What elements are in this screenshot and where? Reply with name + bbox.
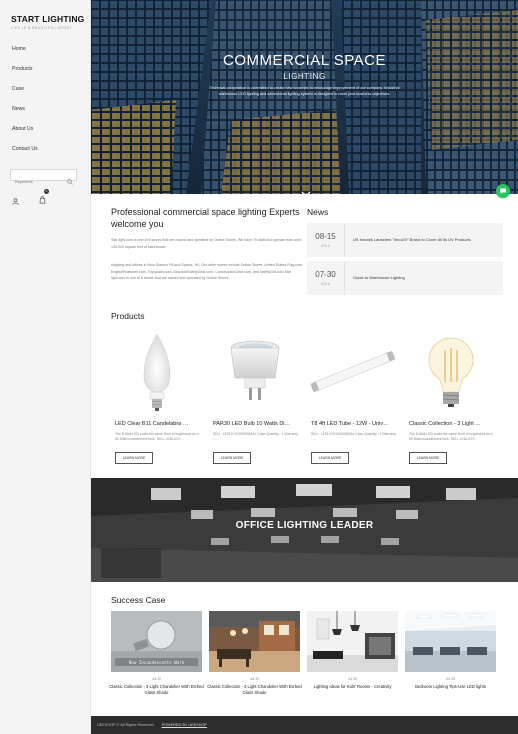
- search-input[interactable]: [11, 176, 63, 187]
- case-image-loft-interior[interactable]: [209, 611, 300, 672]
- products-heading: Products: [111, 311, 145, 321]
- case-image-caption: Now Incandescents Work: [129, 660, 185, 665]
- product-name[interactable]: Classic Collection - 3 Light …: [409, 421, 497, 427]
- news-link[interactable]: US Innotek Launches "InnoUV" Brand to Co…: [353, 237, 471, 242]
- case-date: Jul 30: [445, 677, 456, 681]
- case-card[interactable]: Jul 30 Classic Collection - 3 Light Chan…: [207, 611, 302, 695]
- news-item[interactable]: 08-15 2018 US Innotek Launches "InnoUV" …: [307, 223, 503, 257]
- about-title: Professional commercial space lighting E…: [111, 207, 300, 229]
- learn-more-button[interactable]: LEARN MORE: [311, 452, 349, 464]
- case-card[interactable]: Jul 30 Bedroom Lighting Tips-Use LED lig…: [405, 611, 496, 695]
- footer-copyright: UEESHOP © All Rights Reserved.: [97, 723, 155, 727]
- product-name[interactable]: T8 4ft LED Tube - 12W - Univ…: [311, 421, 399, 427]
- product-description: SKU : LEDLICH1000036A1e Case Quantity : …: [213, 432, 299, 441]
- hero-subtitle: LIGHTING: [283, 72, 326, 81]
- product-card: T8 4ft LED Tube - 12W - Univ… SKU : LEDL…: [307, 330, 399, 470]
- product-name[interactable]: PAR30 LED Bulb 10 Watts Di…: [213, 421, 301, 427]
- news-year: 2018: [321, 243, 330, 248]
- case-image-kids-room[interactable]: [307, 611, 398, 672]
- office-lighting-banner[interactable]: OFFICE LIGHTING LEADER: [91, 478, 518, 582]
- logo-subtitle: LIFE IS A BEAUTIFUL SPORT: [11, 26, 73, 30]
- nav-item-home[interactable]: Home: [12, 45, 38, 65]
- product-name[interactable]: LED Clear B11 Candelabra …: [115, 421, 203, 427]
- main-nav: Home Products Case News About Us Contact…: [12, 45, 38, 165]
- main-content: COMMERCIAL SPACE LIGHTING Technical coop…: [91, 0, 518, 734]
- news-date: 07-30 2018: [307, 261, 345, 295]
- hero-title: COMMERCIAL SPACE: [222, 52, 387, 69]
- product-image-par30-bulb[interactable]: [209, 330, 301, 414]
- case-date: Jul 30: [347, 677, 358, 681]
- nav-item-products[interactable]: Products: [12, 65, 38, 85]
- case-title[interactable]: Classic Collection - 3 Light Chandelier …: [107, 684, 206, 695]
- learn-more-button[interactable]: LEARN MORE: [115, 452, 153, 464]
- nav-item-case[interactable]: Case: [12, 85, 38, 105]
- user-icon[interactable]: [12, 192, 19, 210]
- cart-count-badge: 0: [44, 189, 49, 194]
- product-card: PAR30 LED Bulb 10 Watts Di… SKU : LEDLIC…: [209, 330, 301, 470]
- product-card: LED Clear B11 Candelabra … The 8 Watt LE…: [111, 330, 203, 470]
- hero-building-image: [91, 0, 518, 194]
- success-case-heading: Success Case: [111, 595, 166, 605]
- hero-description: Technical cooperation is committed to cr…: [209, 86, 400, 96]
- chat-icon[interactable]: [496, 184, 510, 198]
- search-icon[interactable]: [67, 172, 73, 190]
- news-day: 08-15: [315, 232, 336, 241]
- product-description: The 8 Watt LED emits the same level of b…: [409, 432, 493, 441]
- banner-title: OFFICE LIGHTING LEADER: [235, 520, 374, 531]
- case-card[interactable]: Now Incandescents Work Jul 30 Classic Co…: [109, 611, 204, 695]
- product-description: SKU : LEDLICH1000036B1e Case Quantity : …: [311, 432, 397, 441]
- news-item[interactable]: 07-30 2018 Guide to Warehouse Lighting: [307, 261, 503, 295]
- hero-text: COMMERCIAL SPACE LIGHTING Technical coop…: [91, 52, 518, 97]
- footer-text: UEESHOP © All Rights Reserved. POWERED B…: [97, 723, 207, 727]
- cart-icon[interactable]: 0: [39, 189, 49, 209]
- news-link[interactable]: Guide to Warehouse Lighting: [353, 275, 405, 280]
- case-image-bedroom-office[interactable]: [405, 611, 496, 672]
- product-image-filament-bulb[interactable]: [405, 330, 497, 414]
- product-description: The 8 Watt LED emits the same level of b…: [115, 432, 199, 441]
- case-title[interactable]: Bedroom Lighting Tips-Use LED lights: [401, 684, 500, 690]
- product-image-led-tube[interactable]: [307, 330, 399, 414]
- case-title[interactable]: Lighting Ideas for Kids' Rooms - Creativ…: [303, 684, 402, 690]
- learn-more-button[interactable]: LEARN MORE: [409, 452, 447, 464]
- nav-item-contact-us[interactable]: Contact Us: [12, 145, 38, 165]
- nav-item-news[interactable]: News: [12, 105, 38, 125]
- chevron-down-icon[interactable]: [301, 184, 311, 194]
- case-date: Jul 30: [151, 677, 162, 681]
- case-title[interactable]: Classic Collection - 3 Light Chandelier …: [205, 684, 304, 695]
- footer-powered-link[interactable]: POWERED BY UEESHOP: [162, 723, 207, 727]
- case-card[interactable]: Jul 30 Lighting Ideas for Kids' Rooms - …: [307, 611, 398, 695]
- sidebar: START LIGHTING LIFE IS A BEAUTIFUL SPORT…: [0, 0, 91, 734]
- logo-title[interactable]: START LIGHTING: [11, 14, 84, 24]
- learn-more-button[interactable]: LEARN MORE: [213, 452, 251, 464]
- product-image-candelabra-bulb[interactable]: [111, 330, 203, 414]
- about-paragraph-2: shipping and offices in New Stanton PA a…: [111, 263, 304, 280]
- nav-item-about-us[interactable]: About Us: [12, 125, 38, 145]
- logo[interactable]: START LIGHTING LIFE IS A BEAUTIFUL SPORT: [11, 14, 84, 30]
- news-year: 2018: [321, 281, 330, 286]
- product-card: Classic Collection - 3 Light … The 8 Wat…: [405, 330, 497, 470]
- news-heading: News: [307, 207, 329, 217]
- hero-banner: COMMERCIAL SPACE LIGHTING Technical coop…: [91, 0, 518, 194]
- search-box: [10, 169, 77, 187]
- footer: UEESHOP © All Rights Reserved. POWERED B…: [91, 716, 518, 734]
- case-date: Jul 30: [249, 677, 260, 681]
- about-paragraph-1: Star light.com is one of 8 stores that a…: [111, 238, 302, 249]
- news-day: 07-30: [315, 270, 336, 279]
- news-date: 08-15 2018: [307, 223, 345, 257]
- case-image-incandescent-bulb[interactable]: Now Incandescents Work: [111, 611, 202, 672]
